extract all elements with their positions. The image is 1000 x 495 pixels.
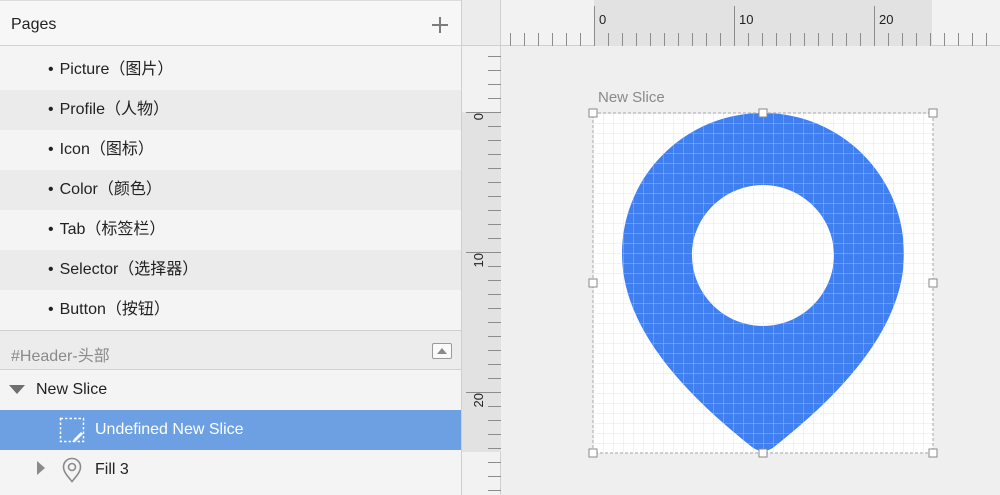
page-item[interactable]: • Profile（人物）: [0, 90, 461, 130]
page-list: • Picture（图片） • Profile（人物） • Icon（图标） • Col…: [0, 50, 461, 330]
bullet: •: [48, 61, 54, 78]
ruler-label: 10: [471, 253, 486, 267]
page-item-label: Profile（人物）: [59, 101, 169, 118]
page-item[interactable]: • Icon（图标）: [0, 130, 461, 170]
resize-handle[interactable]: [758, 108, 768, 118]
layer-label: Undefined New Slice: [95, 421, 244, 438]
pages-title: Pages: [11, 16, 57, 33]
pages-header: Pages: [0, 0, 461, 46]
resize-handle[interactable]: [588, 108, 598, 118]
bullet: •: [48, 301, 54, 318]
canvas-graphic: [588, 108, 938, 458]
page-item[interactable]: • Selector（选择器）: [0, 250, 461, 290]
layer-group-label: #Header-头部: [11, 348, 110, 365]
bullet: •: [48, 141, 54, 158]
resize-handle[interactable]: [588, 278, 598, 288]
ruler-label: 0: [471, 113, 486, 120]
layer-group-header[interactable]: #Header-头部: [0, 330, 461, 370]
layer-label: Fill 3: [95, 461, 129, 478]
resize-handle[interactable]: [588, 448, 598, 458]
vertical-ruler-graphic: 0 10 20: [462, 56, 501, 491]
resize-handle[interactable]: [758, 448, 768, 458]
layer-row-fill-3[interactable]: Fill 3: [0, 450, 461, 490]
bullet: •: [48, 261, 54, 278]
canvas[interactable]: New Slice: [502, 47, 1000, 495]
layer-row-new-slice[interactable]: New Slice: [0, 370, 461, 410]
page-item-label: Tab（标签栏）: [59, 221, 166, 238]
page-item-label: Picture（图片）: [59, 61, 174, 78]
bullet: •: [48, 221, 54, 238]
resize-handle[interactable]: [928, 108, 938, 118]
resize-handle[interactable]: [928, 278, 938, 288]
resize-handle[interactable]: [928, 448, 938, 458]
disclosure-down-icon[interactable]: [9, 385, 25, 394]
ruler-label: 10: [739, 12, 753, 27]
bullet: •: [48, 101, 54, 118]
page-item[interactable]: • Tab（标签栏）: [0, 210, 461, 250]
page-item-label: Button（按钮）: [59, 301, 170, 318]
ruler-label: 20: [471, 393, 486, 407]
page-item-label: Color（颜色）: [59, 181, 162, 198]
slice-icon: [59, 417, 85, 443]
vertical-ruler[interactable]: 0 10 20: [462, 46, 501, 495]
ruler-label: 20: [879, 12, 893, 27]
page-item-label: Icon（图标）: [59, 141, 154, 158]
disclosure-right-icon[interactable]: [37, 461, 45, 475]
plus-icon[interactable]: [430, 15, 450, 35]
page-item[interactable]: • Picture（图片）: [0, 50, 461, 90]
collapse-icon[interactable]: [432, 343, 452, 359]
layer-label: New Slice: [36, 381, 108, 398]
page-item[interactable]: • Button（按钮）: [0, 290, 461, 330]
left-panel: Pages • Picture（图片） • Profile（人物） • Icon（图标…: [0, 0, 462, 495]
bullet: •: [48, 181, 54, 198]
horizontal-ruler[interactable]: 0 10 20: [501, 0, 1000, 46]
horizontal-ruler-graphic: 0 10 20: [510, 0, 987, 46]
layer-row-undefined-new-slice[interactable]: Undefined New Slice: [0, 410, 461, 450]
ruler-corner: [462, 0, 501, 46]
ruler-label: 0: [599, 12, 606, 27]
page-item[interactable]: • Color（颜色）: [0, 170, 461, 210]
pin-icon: [62, 457, 82, 483]
page-item-label: Selector（选择器）: [59, 261, 199, 278]
